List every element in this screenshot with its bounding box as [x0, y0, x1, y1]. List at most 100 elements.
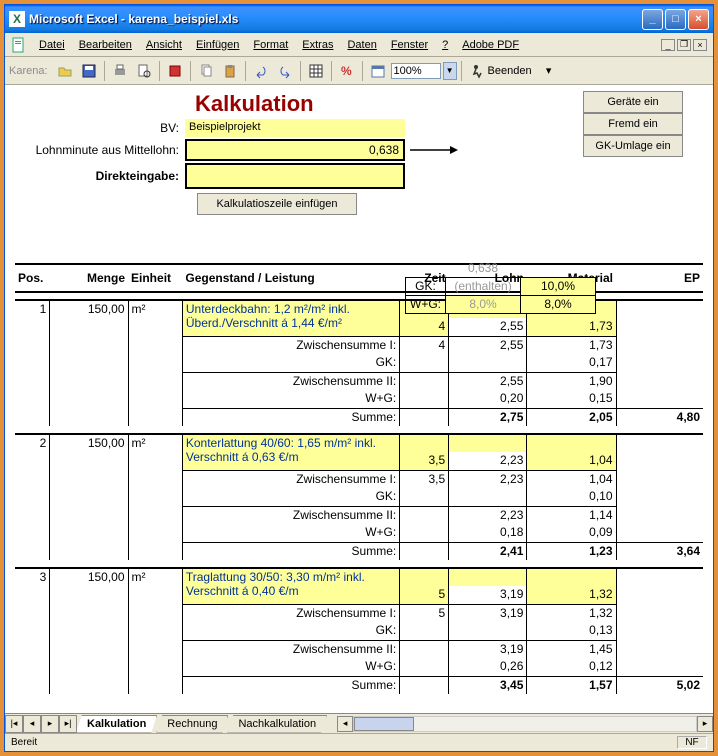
desc-cell[interactable]: Traglattung 30/50: 3,30 m/m² inkl. Versc… [182, 568, 399, 604]
table-row: Zwischensumme II:2,231,14 [15, 506, 703, 524]
hscroll-right[interactable]: ▸ [697, 716, 713, 732]
hscroll-left[interactable]: ◂ [337, 716, 353, 732]
status-nf: NF [677, 736, 707, 749]
menu-daten[interactable]: Daten [341, 37, 382, 53]
wg-label: W+G: [406, 295, 446, 313]
tab-rechnung[interactable]: Rechnung [156, 715, 228, 733]
th-menge: Menge [50, 264, 128, 292]
status-ready: Bereit [11, 737, 37, 748]
table-row: 1 150,00 m² Unterdeckbahn: 1,2 m²/m² ink… [15, 300, 703, 318]
calc-table: Pos. Menge Einheit Gegenstand / Leistung… [15, 263, 703, 694]
run-icon [470, 63, 486, 79]
svg-text:%: % [341, 64, 352, 78]
beenden-button[interactable]: Beenden [466, 63, 536, 79]
table-row: W+G:0,180,09 [15, 524, 703, 542]
tab-next[interactable]: ▸ [41, 715, 59, 733]
wg-pct[interactable]: 8,0% [521, 295, 596, 313]
toolbar: Karena: % ▼ Beenden ▾ [5, 57, 713, 85]
tab-first[interactable]: |◂ [5, 715, 23, 733]
statusbar: Bereit NF [5, 733, 713, 751]
paste-icon[interactable] [219, 60, 241, 82]
menu-ansicht[interactable]: Ansicht [140, 37, 188, 53]
grid-icon[interactable] [305, 60, 327, 82]
calendar-icon[interactable] [367, 60, 389, 82]
desc-cell[interactable]: Konterlattung 40/60: 1,65 m/m² inkl. Ver… [182, 434, 399, 470]
percent-box: 0,638 GK: (enthalten) 10,0% W+G: 8,0% 8,… [405, 259, 596, 314]
table-row: W+G:0,260,12 [15, 658, 703, 676]
minimize-button[interactable]: _ [642, 9, 663, 30]
menu-datei[interactable]: Datei [33, 37, 71, 53]
window-title: Microsoft Excel - karena_beispiel.xls [29, 12, 642, 26]
menu-fenster[interactable]: Fenster [385, 37, 434, 53]
mdi-close[interactable]: × [693, 39, 707, 51]
direkteingabe-label: Direkteingabe: [15, 169, 185, 183]
menu-bearbeiten[interactable]: Bearbeiten [73, 37, 138, 53]
table-row: Zwischensumme II:3,191,45 [15, 640, 703, 658]
menubar: Datei Bearbeiten Ansicht Einfügen Format… [5, 33, 713, 57]
open-icon[interactable] [54, 60, 76, 82]
hscroll-thumb[interactable] [354, 717, 414, 731]
direkteingabe-value[interactable] [185, 163, 405, 189]
arrow-icon [405, 140, 465, 160]
bv-label: BV: [15, 121, 185, 135]
mdi-restore[interactable]: ❐ [677, 39, 691, 51]
sheet-tabs: |◂ ◂ ▸ ▸| Kalkulation Rechnung Nachkalku… [5, 713, 713, 733]
excel-icon: X [9, 11, 25, 27]
lohnminute-value[interactable]: 0,638 [185, 139, 405, 161]
zoom-dropdown[interactable]: ▼ [443, 62, 457, 80]
percent-icon[interactable]: % [336, 60, 358, 82]
th-pos: Pos. [15, 264, 50, 292]
th-gegenstand: Gegenstand / Leistung [182, 264, 399, 292]
table-row: Summe: 3,45 1,57 5,02 [15, 676, 703, 694]
table-row: Zwischensumme II:2,551,90 [15, 372, 703, 390]
table-row: GK:0,13 [15, 622, 703, 640]
tab-kalkulation[interactable]: Kalkulation [76, 715, 157, 733]
gk-umlage-ein-button[interactable]: GK-Umlage ein [583, 135, 683, 157]
hscroll-track[interactable] [353, 716, 697, 732]
preview-icon[interactable] [133, 60, 155, 82]
tab-last[interactable]: ▸| [59, 715, 77, 733]
titlebar: X Microsoft Excel - karena_beispiel.xls … [5, 5, 713, 33]
th-einheit: Einheit [128, 264, 182, 292]
table-row: GK:0,10 [15, 488, 703, 506]
table-row: 2 150,00 m² Konterlattung 40/60: 1,65 m/… [15, 434, 703, 452]
table-row: Zwischensumme I: 42,551,73 [15, 336, 703, 354]
save-icon[interactable] [78, 60, 100, 82]
gk-label: GK: [406, 277, 446, 295]
geraete-ein-button[interactable]: Geräte ein [583, 91, 683, 113]
undo-icon[interactable] [250, 60, 272, 82]
menu-format[interactable]: Format [247, 37, 294, 53]
table-row: W+G:0,200,15 [15, 390, 703, 408]
table-row: GK:0,17 [15, 354, 703, 372]
menu-adobepdf[interactable]: Adobe PDF [456, 37, 525, 53]
close-button[interactable]: × [688, 9, 709, 30]
redo-icon[interactable] [274, 60, 296, 82]
copy-icon[interactable] [195, 60, 217, 82]
mdi-minimize[interactable]: _ [661, 39, 675, 51]
zoom-input[interactable] [391, 63, 441, 79]
bv-value[interactable]: Beispielprojekt [185, 119, 405, 137]
print-icon[interactable] [109, 60, 131, 82]
table-row: Summe: 2,75 2,05 4,80 [15, 408, 703, 426]
maximize-button[interactable]: □ [665, 9, 686, 30]
tab-nachkalkulation[interactable]: Nachkalkulation [227, 715, 327, 733]
menu-extras[interactable]: Extras [296, 37, 339, 53]
insert-row-button[interactable]: Kalkulatioszeile einfügen [197, 193, 357, 215]
toolbar-label: Karena: [9, 65, 48, 77]
fremd-ein-button[interactable]: Fremd ein [583, 113, 683, 135]
table-row: Zwischensumme I: 53,191,32 [15, 604, 703, 622]
menu-help[interactable]: ? [436, 37, 454, 53]
tab-prev[interactable]: ◂ [23, 715, 41, 733]
lohnminute-label: Lohnminute aus Mittellohn: [15, 143, 185, 157]
table-row: Summe: 2,41 1,23 3,64 [15, 542, 703, 560]
doc-icon [11, 37, 27, 53]
gk-pct[interactable]: 10,0% [521, 277, 596, 295]
toolbar-overflow[interactable]: ▾ [538, 60, 560, 82]
menu-einfuegen[interactable]: Einfügen [190, 37, 245, 53]
gk-mid: (enthalten) [446, 277, 521, 295]
desc-cell[interactable]: Unterdeckbahn: 1,2 m²/m² inkl. Überd./Ve… [182, 300, 399, 336]
wg-mid[interactable]: 8,0% [446, 295, 521, 313]
table-row: 3 150,00 m² Traglattung 30/50: 3,30 m/m²… [15, 568, 703, 586]
table-row: Zwischensumme I: 3,52,231,04 [15, 470, 703, 488]
tool-icon-1[interactable] [164, 60, 186, 82]
